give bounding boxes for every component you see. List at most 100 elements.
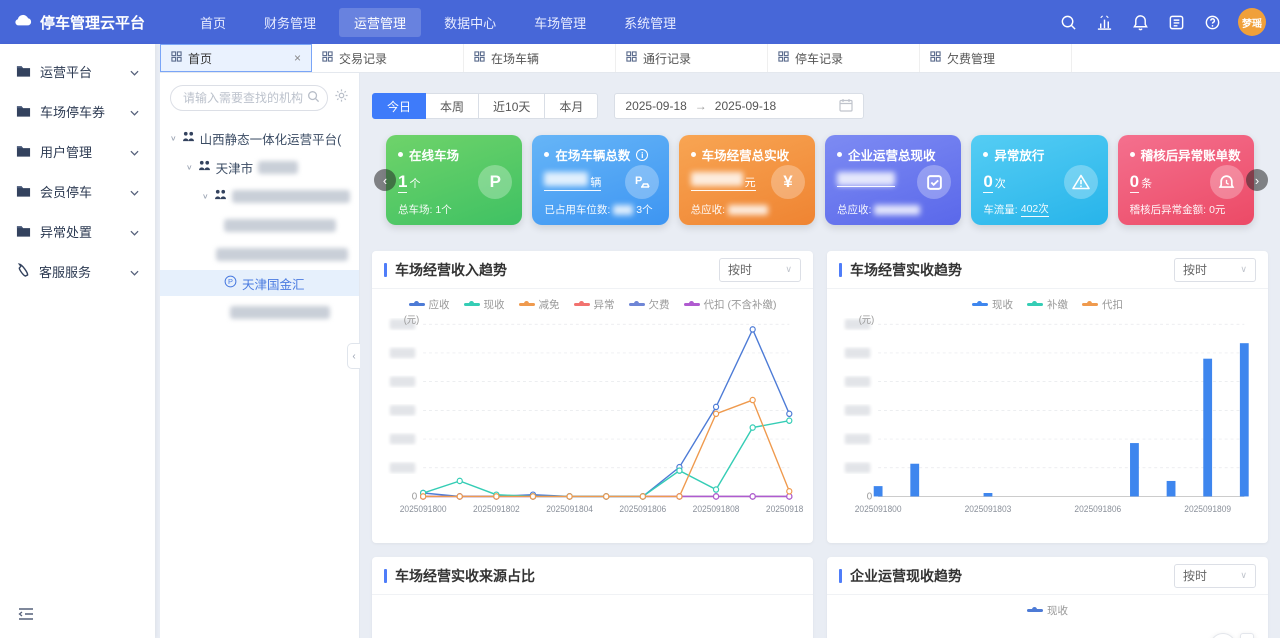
brand: 停车管理云平台 — [14, 12, 145, 33]
warning-icon — [1064, 165, 1098, 199]
parking-car-icon: P — [625, 165, 659, 199]
parking-circle-icon: P — [224, 275, 237, 291]
svg-text:2025091808: 2025091808 — [693, 504, 740, 514]
legend-item[interactable]: 补缴 — [1027, 297, 1068, 312]
logs-icon[interactable] — [1166, 12, 1186, 32]
tree-node[interactable] — [160, 299, 359, 325]
tree-expand-icon[interactable]: ∨ — [170, 134, 177, 143]
tab-transactions[interactable]: 交易记录 — [312, 44, 464, 72]
legend-item[interactable]: 现收 — [1027, 603, 1068, 618]
nav-item-finance[interactable]: 财务管理 — [249, 8, 331, 37]
page: 停车管理云平台 首页 财务管理 运营管理 数据中心 车场管理 系统管理 — [0, 0, 1280, 638]
card-unit: 元 — [745, 174, 756, 190]
chart-panel-paid-source-ratio: 车场经营实收来源占比 — [372, 557, 813, 638]
legend-item[interactable]: 应收 — [409, 297, 450, 312]
org-search-input[interactable] — [170, 85, 328, 111]
tab-label: 欠费管理 — [947, 50, 995, 67]
tree-node-label: 天津国金汇 — [242, 274, 305, 293]
sidebar-item-parking-coupon[interactable]: 车场停车券 — [0, 98, 155, 125]
search-icon[interactable] — [1058, 12, 1078, 32]
chart-panel-paid-trend: 车场经营实收趋势 按时∨ 现收补缴代扣 0(元)2025091800202509… — [827, 251, 1268, 543]
tree-collapse-handle[interactable]: ‹ — [347, 343, 360, 369]
redacted-text — [258, 161, 298, 174]
tab-arrears-mgmt[interactable]: 欠费管理 — [920, 44, 1072, 72]
carousel-next-button[interactable]: › — [1246, 169, 1268, 191]
quick-filter-week[interactable]: 本周 — [426, 93, 479, 119]
tab-label: 首页 — [188, 50, 212, 67]
tree-node-root[interactable]: ∨ 山西静态一体化运营平台( — [160, 125, 359, 151]
legend-item[interactable]: 现收 — [972, 297, 1013, 312]
legend-item[interactable]: 异常 — [574, 297, 615, 312]
sidebar-item-operation-platform[interactable]: 运营平台 — [0, 58, 155, 85]
folder-icon — [16, 144, 31, 160]
tree-node[interactable] — [160, 241, 359, 267]
stat-card-onsite-vehicles: 在场车辆总数i 辆 已占用车位数:3个 P — [532, 135, 668, 225]
card-title: 异常放行 — [994, 145, 1044, 164]
date-start[interactable]: 2025-09-18 — [625, 99, 686, 113]
panel-accent — [839, 263, 842, 277]
gear-icon[interactable] — [334, 88, 349, 108]
expand-right-icon[interactable]: › — [1240, 633, 1254, 638]
sidebar-item-customer-service[interactable]: 客服服务 — [0, 258, 155, 285]
tab-parking-records[interactable]: 停车记录 — [768, 44, 920, 72]
sidebar-collapse-icon[interactable] — [18, 607, 34, 626]
nav-item-data-center[interactable]: 数据中心 — [429, 8, 511, 37]
main-nav: 首页 财务管理 运营管理 数据中心 车场管理 系统管理 — [181, 0, 695, 44]
legend-item[interactable]: 减免 — [519, 297, 560, 312]
info-icon[interactable]: i — [636, 149, 648, 161]
bell-icon[interactable] — [1130, 12, 1150, 32]
data-board-icon[interactable] — [1094, 12, 1114, 32]
nav-item-home[interactable]: 首页 — [185, 8, 241, 37]
tab-onsite-vehicles[interactable]: 在场车辆 — [464, 44, 616, 72]
interval-dropdown[interactable]: 按时∨ — [1174, 564, 1256, 588]
sidebar-item-exception-handling[interactable]: 异常处置 — [0, 218, 155, 245]
chevron-down-icon — [130, 104, 139, 119]
help-icon[interactable]: ? — [1210, 633, 1236, 638]
folder-icon — [16, 64, 31, 80]
tree-expand-icon[interactable]: ∨ — [202, 192, 209, 201]
redacted-value — [544, 172, 588, 186]
tree-expand-icon[interactable]: ∨ — [186, 163, 193, 172]
tree-node-tianjin-guojinhui[interactable]: P 天津国金汇 — [160, 270, 359, 296]
card-unit: 条 — [1141, 175, 1152, 191]
help-icon[interactable] — [1202, 12, 1222, 32]
stat-card-abnormal-release: 异常放行 0次 车流量:402次 — [971, 135, 1107, 225]
carousel-prev-button[interactable]: ‹ — [374, 169, 396, 191]
svg-text:P: P — [635, 175, 642, 187]
alarm-icon — [1210, 165, 1244, 199]
date-end[interactable]: 2025-09-18 — [715, 99, 776, 113]
tab-pass-records[interactable]: 通行记录 — [616, 44, 768, 72]
close-icon[interactable]: × — [294, 51, 301, 65]
quick-filter-today[interactable]: 今日 — [372, 93, 426, 119]
tree-node-city[interactable]: ∨ 天津市 — [160, 154, 359, 180]
grid-icon — [474, 51, 485, 65]
sidebar-item-user-mgmt[interactable]: 用户管理 — [0, 138, 155, 165]
calendar-icon — [839, 98, 853, 115]
grid-icon — [626, 51, 637, 65]
grid-icon — [778, 51, 789, 65]
panel-accent — [384, 569, 387, 583]
stat-cards-carousel: ‹ 在线车场 1个 总车场:1个 P 在场车辆总数i — [372, 135, 1268, 225]
legend-item[interactable]: 现收 — [464, 297, 505, 312]
interval-dropdown[interactable]: 按时∨ — [1174, 258, 1256, 282]
interval-dropdown[interactable]: 按时∨ — [719, 258, 801, 282]
panel-title: 车场经营实收趋势 — [850, 260, 962, 280]
nav-item-parking-mgmt[interactable]: 车场管理 — [519, 8, 601, 37]
tree-node-district[interactable]: ∨ — [160, 183, 359, 209]
date-range-picker[interactable]: 2025-09-18 → 2025-09-18 — [614, 93, 864, 119]
user-avatar[interactable]: 梦瑶 — [1238, 8, 1266, 36]
legend-item[interactable]: 代扣 (不含补缴) — [684, 297, 777, 312]
tree-node-label: 天津市 — [216, 158, 254, 177]
quick-filter-10days[interactable]: 近10天 — [479, 93, 545, 119]
quick-filter-month[interactable]: 本月 — [545, 93, 598, 119]
chart-panel-income-trend: 车场经营收入趋势 按时∨ 应收现收减免异常欠费代扣 (不含补缴) 0(元)202… — [372, 251, 813, 543]
sidebar-item-label: 会员停车 — [40, 182, 92, 201]
nav-item-operation[interactable]: 运营管理 — [339, 8, 421, 37]
legend-item[interactable]: 欠费 — [629, 297, 670, 312]
legend-item[interactable]: 代扣 — [1082, 297, 1123, 312]
sidebar-item-member-parking[interactable]: 会员停车 — [0, 178, 155, 205]
tree-node[interactable] — [160, 212, 359, 238]
svg-text:P: P — [228, 277, 233, 286]
tab-home[interactable]: 首页 × — [160, 44, 312, 72]
nav-item-system[interactable]: 系统管理 — [609, 8, 691, 37]
